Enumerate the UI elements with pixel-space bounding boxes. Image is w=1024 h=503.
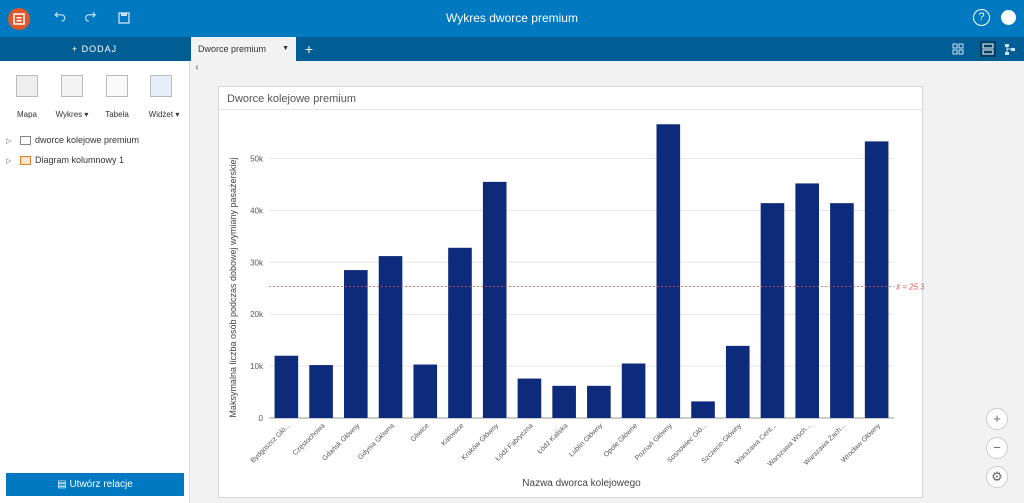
y-tick-label: 10k xyxy=(250,362,264,371)
y-axis-label: Maksymalna liczba osób podczas dobowej w… xyxy=(228,157,238,417)
bar-chart: 0 10k 20k 30k 40k 50k Bydgoszcz Głó... Częstoch… xyxy=(228,124,924,489)
chart-tool[interactable] xyxy=(55,75,89,97)
chart-icon xyxy=(61,75,83,97)
map-tool-label[interactable]: Mapa xyxy=(12,110,42,119)
bar xyxy=(309,365,333,418)
tab-bar: + DODAJ Dworce premium ▼ + xyxy=(0,37,1024,61)
x-axis-label: Nazwa dworca kolejowego xyxy=(522,478,641,489)
chart-tool-label[interactable]: Wykres ▾ xyxy=(50,110,94,119)
page-title: Wykres dworce premium xyxy=(446,11,578,25)
x-tick-label: Kraków Główny xyxy=(461,422,501,462)
x-tick-label: Bydgoszcz Głó... xyxy=(250,422,292,464)
average-label: x̄ = 25 317 xyxy=(895,283,924,292)
x-tick-label: Gliwice xyxy=(410,422,431,443)
x-tick-label: Łódź Fabryczna xyxy=(495,422,535,462)
bar xyxy=(656,124,681,419)
table-icon xyxy=(20,136,31,146)
chevron-down-icon[interactable]: ▼ xyxy=(282,37,289,61)
create-relationships-button[interactable]: ▤ Utwórz relacje xyxy=(6,473,184,496)
table-tool-label[interactable]: Tabela xyxy=(100,110,134,119)
x-tick-label: Wrocław Główny xyxy=(840,422,882,464)
avatar[interactable] xyxy=(1001,10,1016,25)
bar xyxy=(760,203,785,418)
table-tool[interactable] xyxy=(100,75,134,97)
widget-icon xyxy=(150,75,172,97)
card-view-icon[interactable] xyxy=(950,41,966,57)
zoom-in-button[interactable]: + xyxy=(986,408,1008,430)
bar xyxy=(621,363,646,418)
bar xyxy=(482,181,507,418)
zoom-out-button[interactable]: − xyxy=(986,437,1008,459)
bar xyxy=(344,270,368,418)
top-bar: Wykres dworce premium ? xyxy=(0,0,1024,37)
bar xyxy=(448,247,472,418)
x-tick-label: Poznań Główny xyxy=(634,422,674,462)
bar xyxy=(552,385,576,418)
page-view-icon[interactable] xyxy=(980,41,996,57)
bar xyxy=(413,364,438,418)
y-tick-label: 50k xyxy=(250,155,264,164)
y-tick-label: 30k xyxy=(250,258,264,267)
x-tick-label: Katowice xyxy=(440,422,465,447)
x-tick-label: Lublin Główny xyxy=(568,422,604,458)
bar xyxy=(864,141,889,418)
bar xyxy=(274,355,299,418)
bar xyxy=(795,183,819,418)
y-tick-label: 0 xyxy=(259,414,264,423)
bar xyxy=(587,385,611,418)
help-icon[interactable]: ? xyxy=(973,9,990,26)
chart-card[interactable]: Dworce kolejowe premium 0 10k 20k 30k 40k 50k… xyxy=(218,86,924,498)
x-tick-label: Opole Główne xyxy=(603,422,639,458)
collapse-pane-icon[interactable]: ‹ xyxy=(191,61,203,75)
tree-item-diagram[interactable]: ▷ Diagram kolumnowy 1 xyxy=(6,153,124,167)
x-tick-label: Częstochowa xyxy=(292,422,327,457)
settings-gear-icon[interactable]: ⚙ xyxy=(986,466,1008,488)
y-tick-label: 20k xyxy=(250,310,264,319)
tree-item-label: Diagram kolumnowy 1 xyxy=(35,155,125,165)
widget-tool[interactable] xyxy=(144,75,178,97)
map-tool[interactable] xyxy=(10,75,44,97)
chart-icon xyxy=(20,156,31,166)
relationships-icon: ▤ xyxy=(57,479,70,490)
bar xyxy=(517,378,542,418)
diagram-view-icon[interactable] xyxy=(1002,41,1018,57)
add-tab-button[interactable]: + xyxy=(298,37,320,61)
expand-arrow-icon[interactable]: ▷ xyxy=(6,135,14,149)
table-icon xyxy=(106,75,128,97)
tree-item-dataset[interactable]: ▷ dworce kolejowe premium xyxy=(6,133,139,147)
create-relationships-label: Utwórz relacje xyxy=(69,479,133,490)
bar xyxy=(725,345,750,418)
expand-arrow-icon[interactable]: ▷ xyxy=(6,155,14,169)
x-tick-label: Gdynia Główna xyxy=(357,422,396,461)
bar xyxy=(378,256,403,418)
widget-tool-label[interactable]: Widżet ▾ xyxy=(142,110,186,119)
tab-label: Dworce premium xyxy=(198,44,267,54)
y-tick-label: 40k xyxy=(250,206,264,215)
bar xyxy=(691,401,715,418)
x-tick-label: Gdańsk Główny xyxy=(321,422,361,462)
tree-item-label: dworce kolejowe premium xyxy=(35,135,140,145)
data-pane: Mapa Wykres ▾ Tabela Widżet ▾ ▷ dworce ko… xyxy=(0,61,190,503)
tab-dworce-premium[interactable]: Dworce premium ▼ xyxy=(191,37,296,61)
map-icon xyxy=(16,75,38,97)
x-tick-label: Łódź Kaliska xyxy=(537,422,570,455)
bar xyxy=(830,203,854,418)
add-data-button[interactable]: + DODAJ xyxy=(0,37,189,61)
